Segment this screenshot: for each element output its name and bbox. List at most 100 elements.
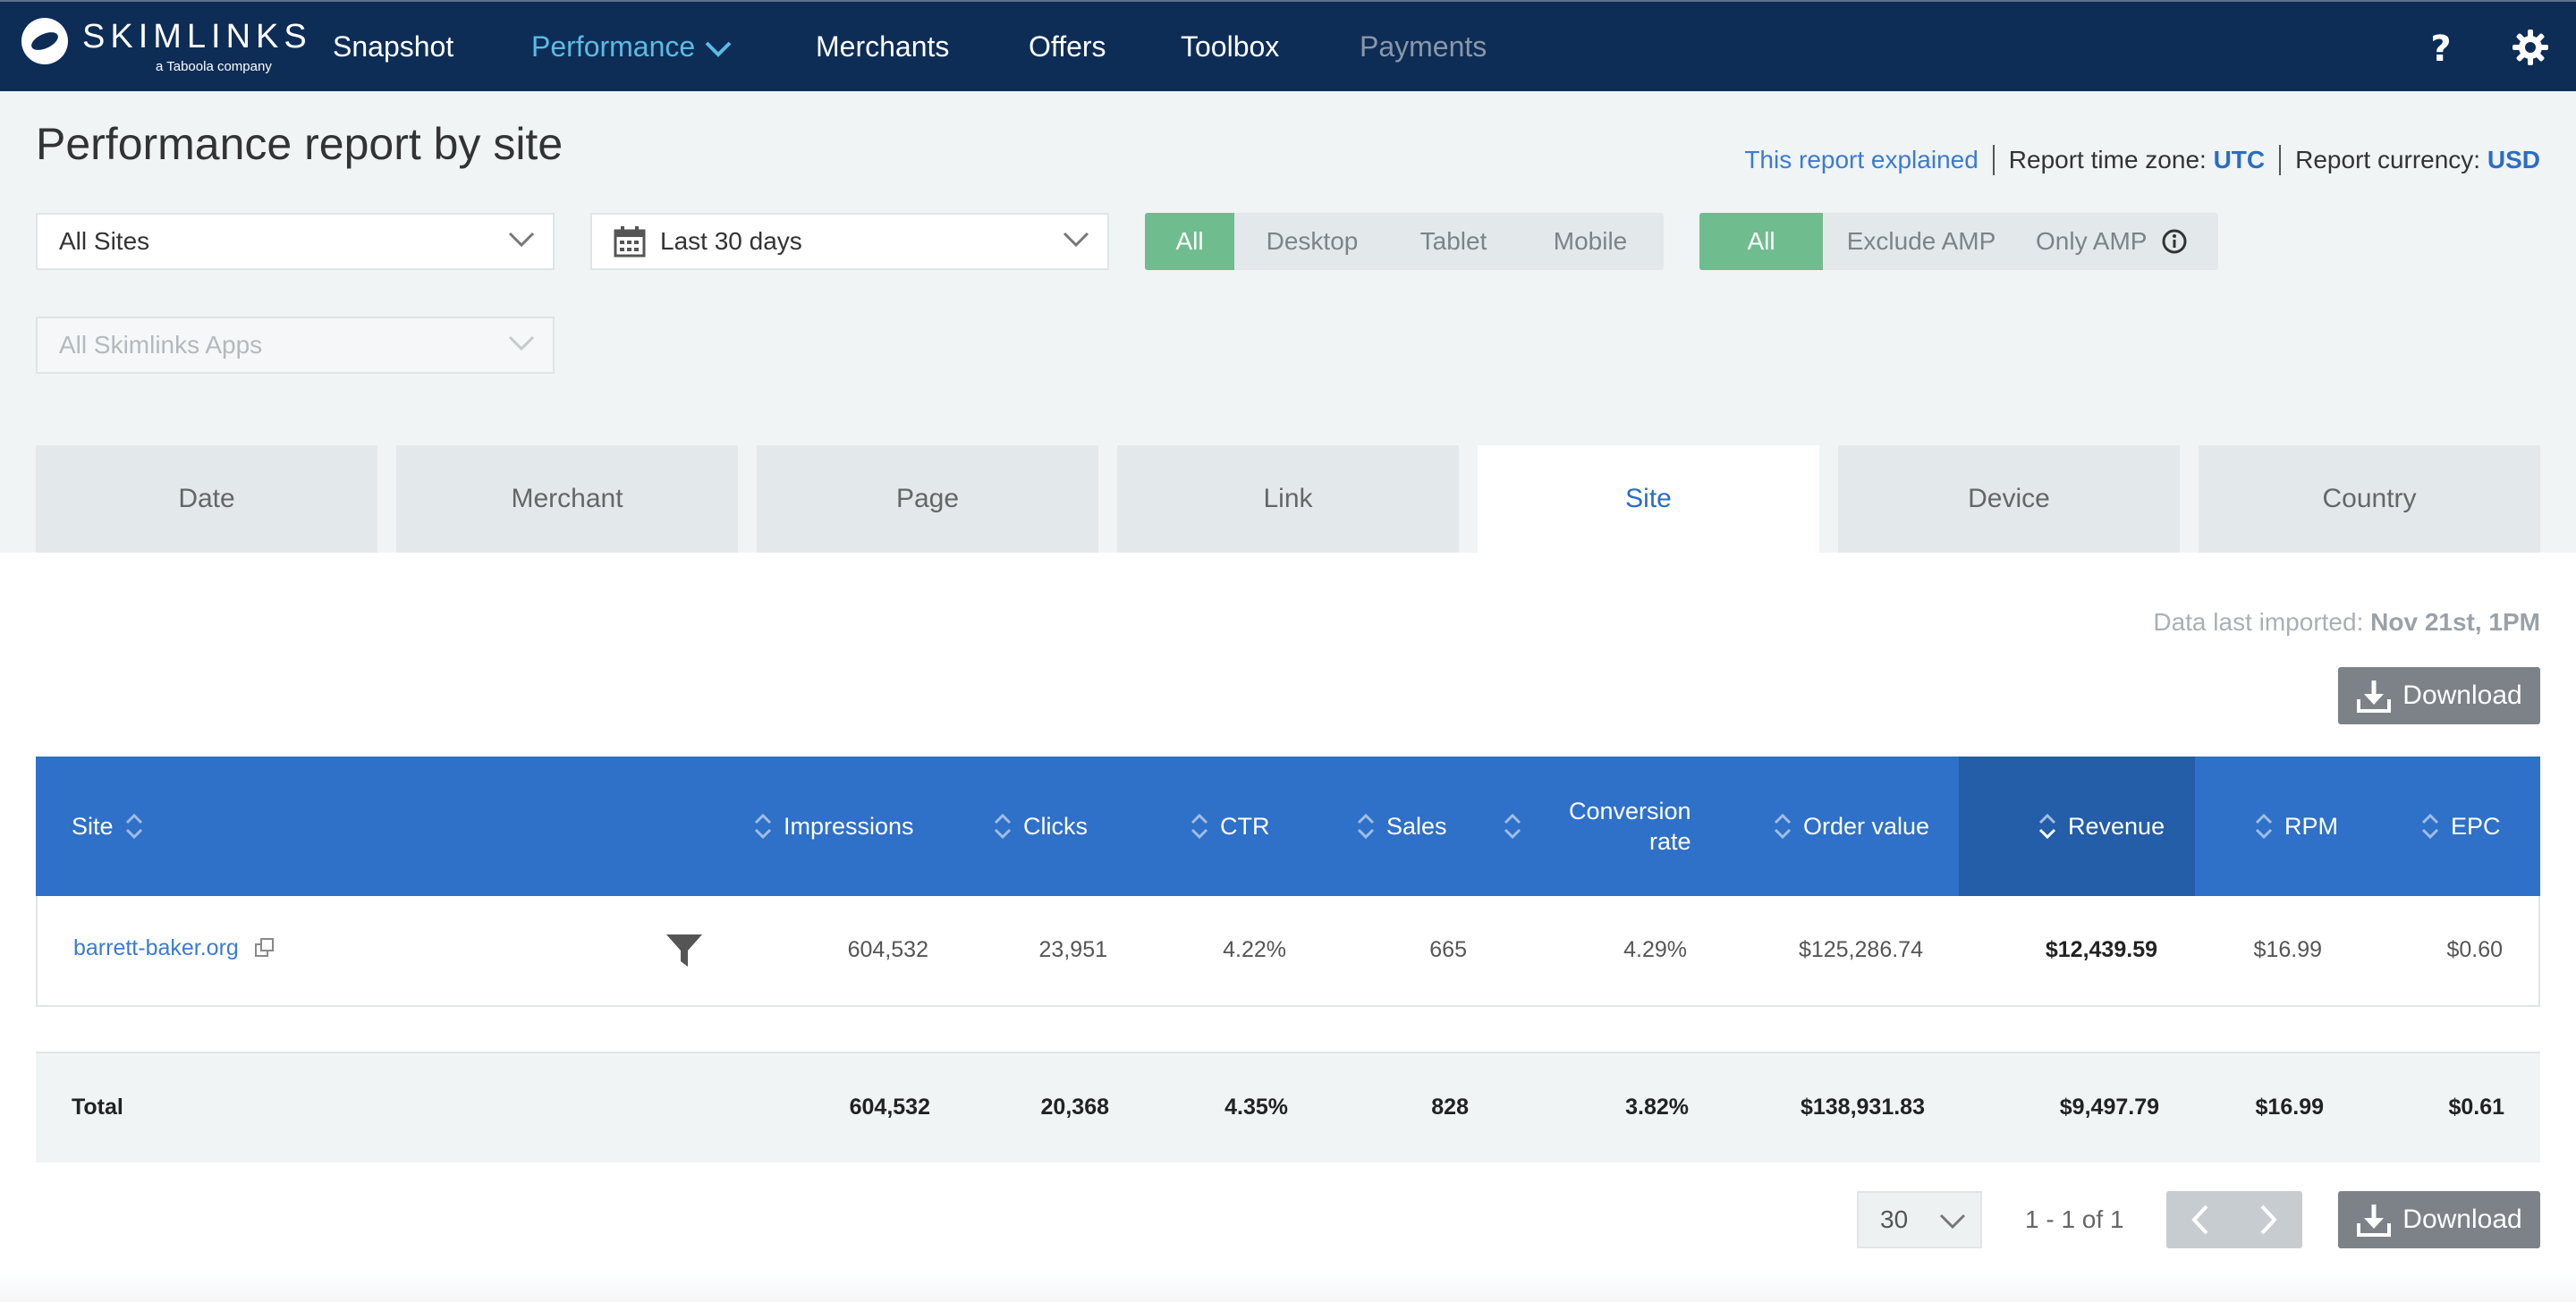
cell-sales: 665: [1429, 937, 1467, 962]
col-sales[interactable]: Sales: [1356, 757, 1447, 896]
device-mobile[interactable]: Mobile: [1517, 213, 1664, 270]
imported-value: Nov 21st, 1PM: [2370, 608, 2540, 636]
brand-subtitle: a Taboola company: [156, 59, 272, 74]
col-conversion-line1: Conversion: [1569, 798, 1691, 824]
info-icon[interactable]: [2161, 228, 2188, 255]
sort-icon: [1191, 813, 1208, 840]
skimlinks-logo[interactable]: SKIMLINKS a Taboola company: [21, 16, 307, 79]
chevron-left-icon: [2191, 1205, 2208, 1235]
total-impressions: 604,532: [849, 1095, 930, 1120]
download-button-top[interactable]: Download: [2338, 667, 2540, 724]
cell-revenue: $12,439.59: [2045, 937, 2157, 962]
total-epc: $0.61: [2448, 1095, 2504, 1120]
col-impressions[interactable]: Impressions: [753, 757, 914, 896]
sites-select-value: All Sites: [59, 227, 150, 255]
cell-order-value: $125,286.74: [1798, 937, 1923, 962]
report-explained-link[interactable]: This report explained: [1744, 146, 1978, 174]
per-page-select[interactable]: 30: [1857, 1191, 1982, 1248]
download-icon: [2357, 1205, 2392, 1237]
data-last-imported: Data last imported: Nov 21st, 1PM: [2153, 608, 2540, 637]
amp-only[interactable]: Only AMP: [2020, 213, 2218, 270]
site-cell[interactable]: barrett-baker.org: [73, 935, 275, 961]
chevron-down-icon: [1063, 232, 1089, 248]
sort-icon: [1357, 813, 1375, 840]
nav-offers[interactable]: Offers: [1029, 30, 1106, 63]
table-row: barrett-baker.org 604,532 23,951 4.22% 6…: [36, 896, 2540, 1007]
tab-merchant[interactable]: Merchant: [396, 445, 738, 553]
calendar-icon: [614, 226, 646, 258]
page-bottom-shadow: [0, 1270, 2576, 1302]
download-icon: [2357, 681, 2392, 713]
cell-conversion: 4.29%: [1623, 937, 1687, 962]
svg-text:?: ?: [2430, 29, 2451, 68]
tab-page[interactable]: Page: [757, 445, 1098, 553]
chevron-down-icon: [508, 335, 535, 351]
device-desktop[interactable]: Desktop: [1234, 213, 1390, 270]
device-all[interactable]: All: [1145, 213, 1234, 270]
amp-exclude[interactable]: Exclude AMP: [1823, 213, 2020, 270]
col-ctr[interactable]: CTR: [1190, 757, 1270, 896]
device-tablet[interactable]: Tablet: [1390, 213, 1517, 270]
total-revenue: $9,497.79: [2059, 1095, 2159, 1120]
nav-payments[interactable]: Payments: [1360, 30, 1487, 63]
tab-device[interactable]: Device: [1838, 445, 2180, 553]
table-header: Site Impressions Clicks CTR Sales Conver…: [36, 757, 2540, 896]
tab-link[interactable]: Link: [1117, 445, 1459, 553]
sites-select[interactable]: All Sites: [36, 213, 555, 270]
tab-site[interactable]: Site: [1478, 445, 1819, 553]
cell-clicks: 23,951: [1038, 937, 1107, 962]
col-site-label: Site: [72, 812, 114, 840]
pagination-range: 1 - 1 of 1: [2025, 1205, 2124, 1233]
total-label: Total: [72, 1095, 123, 1120]
gear-icon[interactable]: [2510, 27, 2551, 68]
top-nav: SKIMLINKS a Taboola company Snapshot Per…: [0, 0, 2576, 91]
nav-toolbox[interactable]: Toolbox: [1181, 30, 1279, 63]
apps-select[interactable]: All Skimlinks Apps: [36, 317, 555, 374]
pager-buttons: [2166, 1191, 2302, 1248]
tab-country[interactable]: Country: [2199, 445, 2540, 553]
col-rpm[interactable]: RPM: [2254, 757, 2338, 896]
col-order-value[interactable]: Order value: [1773, 757, 1929, 896]
site-link[interactable]: barrett-baker.org: [73, 935, 239, 960]
col-site[interactable]: Site: [72, 757, 144, 896]
amp-all[interactable]: All: [1699, 213, 1823, 270]
sort-icon: [994, 813, 1012, 840]
chevron-down-icon: [1939, 1213, 1966, 1230]
col-revenue[interactable]: Revenue: [1959, 757, 2195, 896]
sort-icon: [2421, 813, 2439, 840]
nav-snapshot[interactable]: Snapshot: [333, 30, 453, 63]
filter-icon[interactable]: [665, 934, 703, 968]
total-order-value: $138,931.83: [1800, 1095, 1925, 1120]
chevron-right-icon: [2260, 1205, 2277, 1235]
col-impressions-label: Impressions: [784, 812, 914, 840]
tab-date[interactable]: Date: [36, 445, 377, 553]
per-page-value: 30: [1880, 1205, 1909, 1233]
col-rpm-label: RPM: [2284, 812, 2338, 840]
page-title: Performance report by site: [36, 119, 564, 169]
device-toggle: All Desktop Tablet Mobile: [1145, 213, 1664, 270]
cell-ctr: 4.22%: [1223, 937, 1286, 962]
nav-performance[interactable]: Performance: [531, 30, 733, 63]
question-mark-icon[interactable]: ?: [2420, 27, 2462, 68]
download-label: Download: [2402, 681, 2522, 710]
prev-page-button[interactable]: [2166, 1191, 2234, 1248]
amp-only-label: Only AMP: [2036, 227, 2148, 255]
imported-label: Data last imported:: [2153, 608, 2364, 636]
date-range-select[interactable]: Last 30 days: [590, 213, 1109, 270]
amp-toggle: All Exclude AMP Only AMP: [1699, 213, 2218, 270]
nav-merchants[interactable]: Merchants: [816, 30, 949, 63]
external-link-icon[interactable]: [254, 937, 275, 959]
sort-icon: [2255, 813, 2273, 840]
timezone-value: UTC: [2213, 146, 2266, 173]
next-page-button[interactable]: [2234, 1191, 2302, 1248]
download-button-bottom[interactable]: Download: [2338, 1191, 2540, 1248]
col-revenue-label: Revenue: [2068, 812, 2165, 840]
col-epc[interactable]: EPC: [2420, 757, 2501, 896]
total-ctr: 4.35%: [1224, 1095, 1288, 1120]
brand-name: SKIMLINKS: [82, 18, 312, 55]
col-epc-label: EPC: [2451, 812, 2501, 840]
col-conversion-rate[interactable]: Conversion rate: [1503, 757, 1691, 896]
divider: [1992, 145, 1995, 175]
col-clicks[interactable]: Clicks: [993, 757, 1088, 896]
sort-icon: [754, 813, 772, 840]
